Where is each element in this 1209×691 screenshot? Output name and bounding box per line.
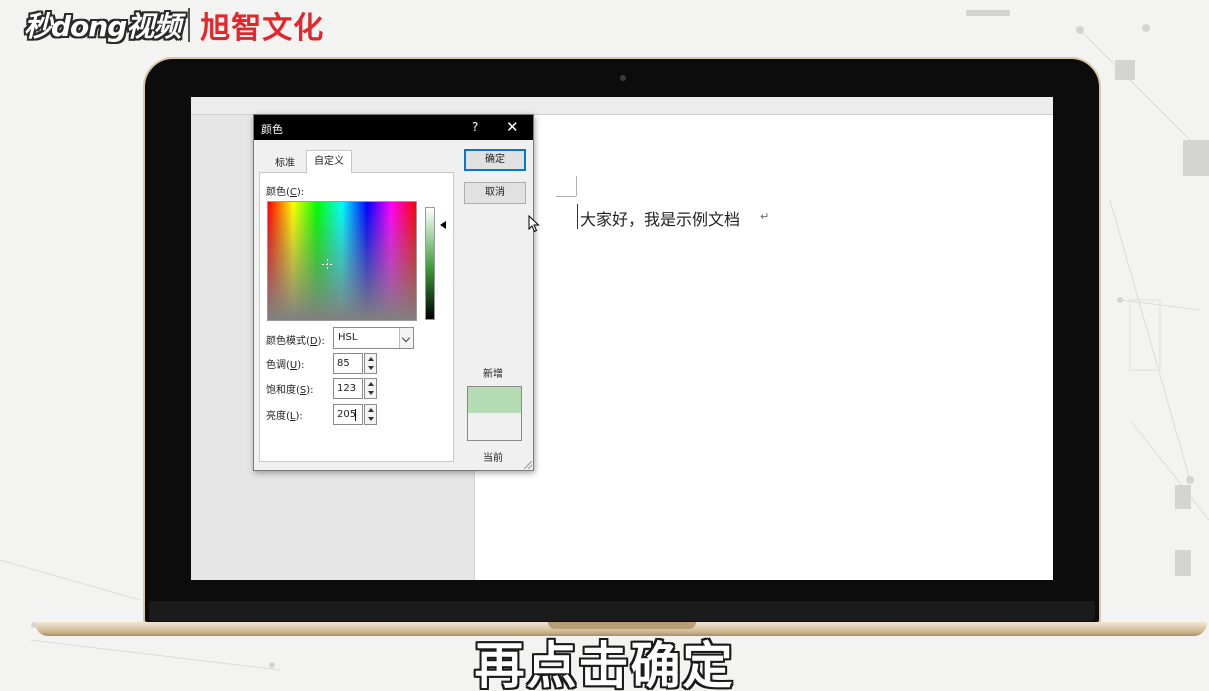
color-mode-label: 颜色模式(D): [266,336,325,347]
help-button[interactable]: ? [472,120,478,134]
hue-spinner[interactable] [364,353,377,374]
spin-up-icon[interactable] [368,382,374,386]
dialog-titlebar[interactable]: 颜色 ? ✕ [254,115,533,140]
video-subtitle: 再点击确定 [474,637,735,691]
laptop-screen: 大家好，我是示例文档 ↵ 颜色 ? ✕ 标准 自定义 颜色(C): 颜色模式(D… [191,97,1053,580]
luminance-input[interactable]: 205 [333,404,363,425]
webcam-icon [620,75,626,81]
spin-down-icon[interactable] [368,417,374,421]
color-preview-swatch [467,386,522,441]
color-mode-select[interactable]: HSL [333,327,414,349]
margin-corner-mark-vertical [576,176,577,196]
cancel-button[interactable]: 取消 [464,182,526,204]
color-spectrum-picker[interactable] [267,201,417,321]
luminance-label: 亮度(L): [266,411,303,422]
text-insertion-cursor [577,204,578,229]
spin-down-icon[interactable] [368,391,374,395]
mouse-pointer-icon [528,215,540,233]
spin-up-icon[interactable] [368,357,374,361]
margin-corner-mark [556,196,576,197]
saturation-label: 饱和度(S): [266,385,314,396]
current-color-swatch [468,413,521,440]
logo-divider [188,8,191,42]
current-color-label: 当前 [483,453,503,464]
brand-logo-text: 秒dong视频 [24,10,181,43]
new-color-label: 新增 [483,369,503,380]
input-caret [355,409,356,421]
tab-standard[interactable]: 标准 [266,155,304,173]
saturation-spinner[interactable] [364,378,377,399]
chevron-down-icon[interactable] [399,328,413,348]
tab-custom[interactable]: 自定义 [306,150,352,173]
crosshair-icon[interactable] [322,259,333,270]
laptop-chin [149,601,1095,621]
close-button[interactable]: ✕ [506,118,519,136]
ok-button[interactable]: 确定 [464,149,526,171]
new-color-swatch [468,387,521,413]
paragraph-mark-icon: ↵ [760,210,770,223]
logo: 秒dong视频 旭智文化 [24,4,324,46]
color-dialog: 颜色 ? ✕ 标准 自定义 颜色(C): 颜色模式(D): HSL 色调(U):… [253,114,540,471]
luminance-pointer-icon[interactable] [440,221,446,229]
partner-logo-text: 旭智文化 [200,11,325,46]
document-text[interactable]: 大家好，我是示例文档 [580,206,740,230]
spin-up-icon[interactable] [368,408,374,412]
word-ribbon-strip [191,97,1053,115]
document-page[interactable] [474,115,1053,580]
spin-down-icon[interactable] [368,366,374,370]
luminance-spinner[interactable] [364,404,377,425]
resize-grip-icon[interactable] [524,461,532,469]
color-mode-value: HSL [338,332,358,343]
hue-input[interactable]: 85 [333,353,363,374]
saturation-input[interactable]: 123 [333,378,363,399]
colors-label: 颜色(C): [266,187,305,198]
luminance-slider[interactable] [425,207,435,320]
dialog-title: 颜色 [261,123,283,136]
hue-label: 色调(U): [266,360,305,371]
